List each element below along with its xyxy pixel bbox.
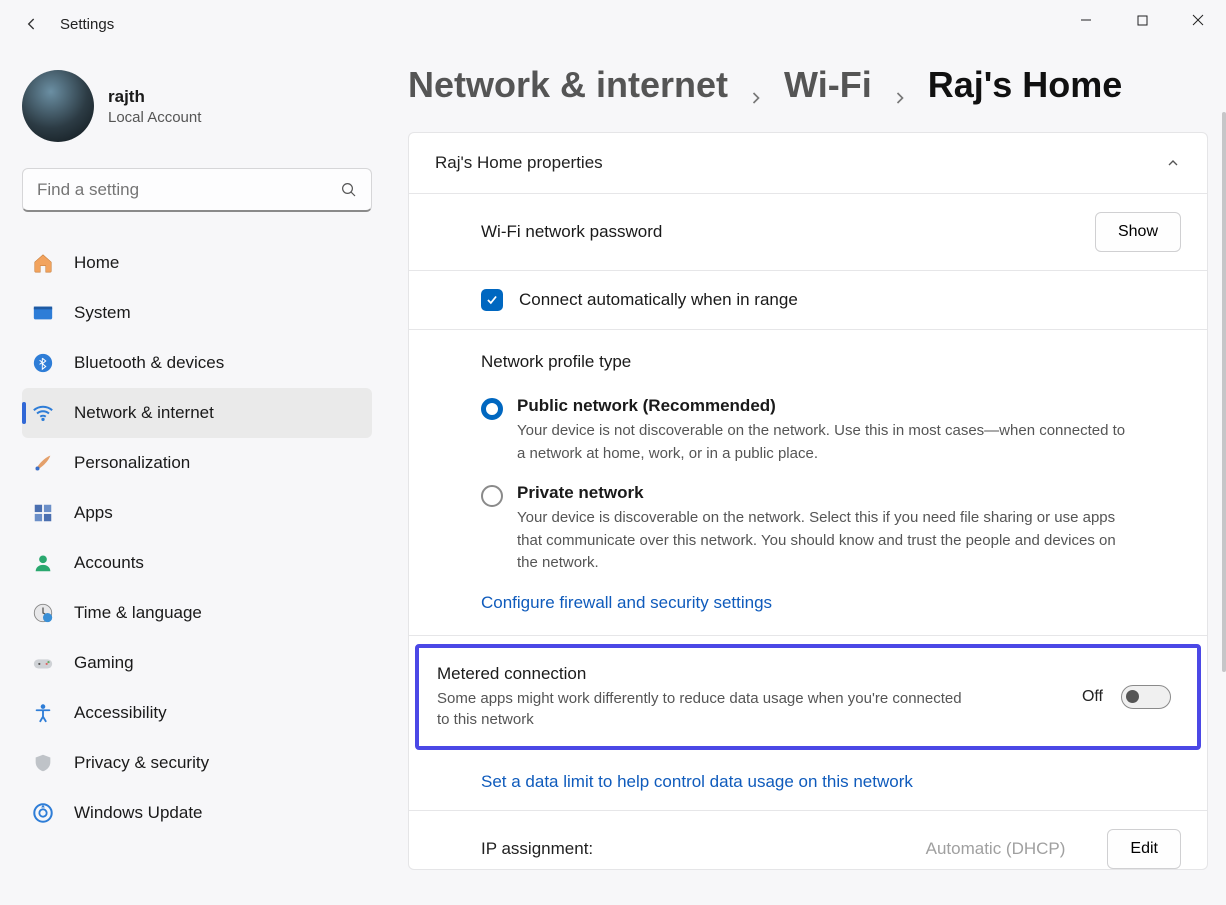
nav-home[interactable]: Home <box>22 238 372 288</box>
nav-personalization[interactable]: Personalization <box>22 438 372 488</box>
radio-public-label: Public network (Recommended) <box>517 396 1137 416</box>
nav-label: Gaming <box>74 653 134 673</box>
breadcrumb-current: Raj's Home <box>928 64 1123 106</box>
network-profile-section: Network profile type Public network (Rec… <box>409 330 1207 636</box>
nav-label: Windows Update <box>74 803 203 823</box>
nav-network[interactable]: Network & internet <box>22 388 372 438</box>
wifi-icon <box>32 402 54 424</box>
firewall-link[interactable]: Configure firewall and security settings <box>481 593 1181 613</box>
person-icon <box>32 552 54 574</box>
data-limit-link[interactable]: Set a data limit to help control data us… <box>481 772 913 791</box>
search-input[interactable] <box>22 168 372 212</box>
chevron-up-icon <box>1165 155 1181 171</box>
show-password-button[interactable]: Show <box>1095 212 1181 252</box>
wifi-password-row: Wi-Fi network password Show <box>409 194 1207 271</box>
profile-block[interactable]: rajth Local Account <box>22 70 372 142</box>
auto-connect-label: Connect automatically when in range <box>519 290 798 310</box>
brush-icon <box>32 452 54 474</box>
wifi-password-label: Wi-Fi network password <box>481 222 1095 242</box>
auto-connect-row[interactable]: Connect automatically when in range <box>409 271 1207 330</box>
nav-apps[interactable]: Apps <box>22 488 372 538</box>
nav-gaming[interactable]: Gaming <box>22 638 372 688</box>
minimize-button[interactable] <box>1058 0 1114 40</box>
shield-icon <box>32 752 54 774</box>
window-title: Settings <box>60 16 114 33</box>
back-icon[interactable] <box>22 14 42 34</box>
radio-private-desc: Your device is discoverable on the netwo… <box>517 507 1137 575</box>
properties-card: Raj's Home properties Wi-Fi network pass… <box>408 132 1208 870</box>
breadcrumb: Network & internet Wi-Fi Raj's Home <box>408 64 1208 106</box>
chevron-right-icon <box>746 75 766 95</box>
ip-value: Automatic (DHCP) <box>926 839 1066 859</box>
titlebar: Settings <box>0 0 1226 48</box>
gamepad-icon <box>32 652 54 674</box>
radio-public-desc: Your device is not discoverable on the n… <box>517 420 1137 465</box>
nav-accounts[interactable]: Accounts <box>22 538 372 588</box>
profile-name: rajth <box>108 87 201 107</box>
nav-label: Privacy & security <box>74 753 209 773</box>
card-header-title: Raj's Home properties <box>435 153 603 173</box>
metered-toggle[interactable] <box>1121 685 1171 709</box>
nav-accessibility[interactable]: Accessibility <box>22 688 372 738</box>
metered-state: Off <box>1082 688 1103 706</box>
radio-private-label: Private network <box>517 483 1137 503</box>
metered-connection-row[interactable]: Metered connection Some apps might work … <box>415 644 1201 750</box>
bluetooth-icon <box>32 352 54 374</box>
chevron-right-icon <box>890 75 910 95</box>
sidebar: rajth Local Account Home System Bluetoot… <box>0 48 390 905</box>
avatar <box>22 70 94 142</box>
metered-title: Metered connection <box>437 664 1064 684</box>
auto-connect-checkbox[interactable] <box>481 289 503 311</box>
nav-update[interactable]: Windows Update <box>22 788 372 838</box>
nav-label: Home <box>74 253 119 273</box>
maximize-button[interactable] <box>1114 0 1170 40</box>
breadcrumb-mid[interactable]: Wi-Fi <box>784 64 872 106</box>
accessibility-icon <box>32 702 54 724</box>
update-icon <box>32 802 54 824</box>
nav-label: Network & internet <box>74 403 214 423</box>
apps-icon <box>32 502 54 524</box>
ip-assignment-row: IP assignment: Automatic (DHCP) Edit <box>409 811 1207 869</box>
nav-label: Bluetooth & devices <box>74 353 224 373</box>
breadcrumb-root[interactable]: Network & internet <box>408 64 728 106</box>
search-icon <box>340 181 358 199</box>
nav-privacy[interactable]: Privacy & security <box>22 738 372 788</box>
nav-label: Accessibility <box>74 703 167 723</box>
nav-label: Personalization <box>74 453 190 473</box>
card-header[interactable]: Raj's Home properties <box>409 133 1207 194</box>
network-profile-title: Network profile type <box>481 352 1181 372</box>
nav-system[interactable]: System <box>22 288 372 338</box>
ip-edit-button[interactable]: Edit <box>1107 829 1181 869</box>
close-button[interactable] <box>1170 0 1226 40</box>
nav-label: Time & language <box>74 603 202 623</box>
radio-private[interactable]: Private network Your device is discovera… <box>481 483 1181 575</box>
radio-public[interactable]: Public network (Recommended) Your device… <box>481 396 1181 465</box>
radio-dot-unselected[interactable] <box>481 485 503 507</box>
nav-bluetooth[interactable]: Bluetooth & devices <box>22 338 372 388</box>
nav-label: Accounts <box>74 553 144 573</box>
profile-subtext: Local Account <box>108 109 201 126</box>
ip-label: IP assignment: <box>481 839 593 859</box>
metered-desc: Some apps might work differently to redu… <box>437 688 977 730</box>
radio-dot-selected[interactable] <box>481 398 503 420</box>
home-icon <box>32 252 54 274</box>
main-pane: Network & internet Wi-Fi Raj's Home Raj'… <box>390 48 1226 905</box>
clock-globe-icon <box>32 602 54 624</box>
system-icon <box>32 302 54 324</box>
nav-label: Apps <box>74 503 113 523</box>
scrollbar[interactable] <box>1222 112 1226 672</box>
nav-time[interactable]: Time & language <box>22 588 372 638</box>
nav-label: System <box>74 303 131 323</box>
